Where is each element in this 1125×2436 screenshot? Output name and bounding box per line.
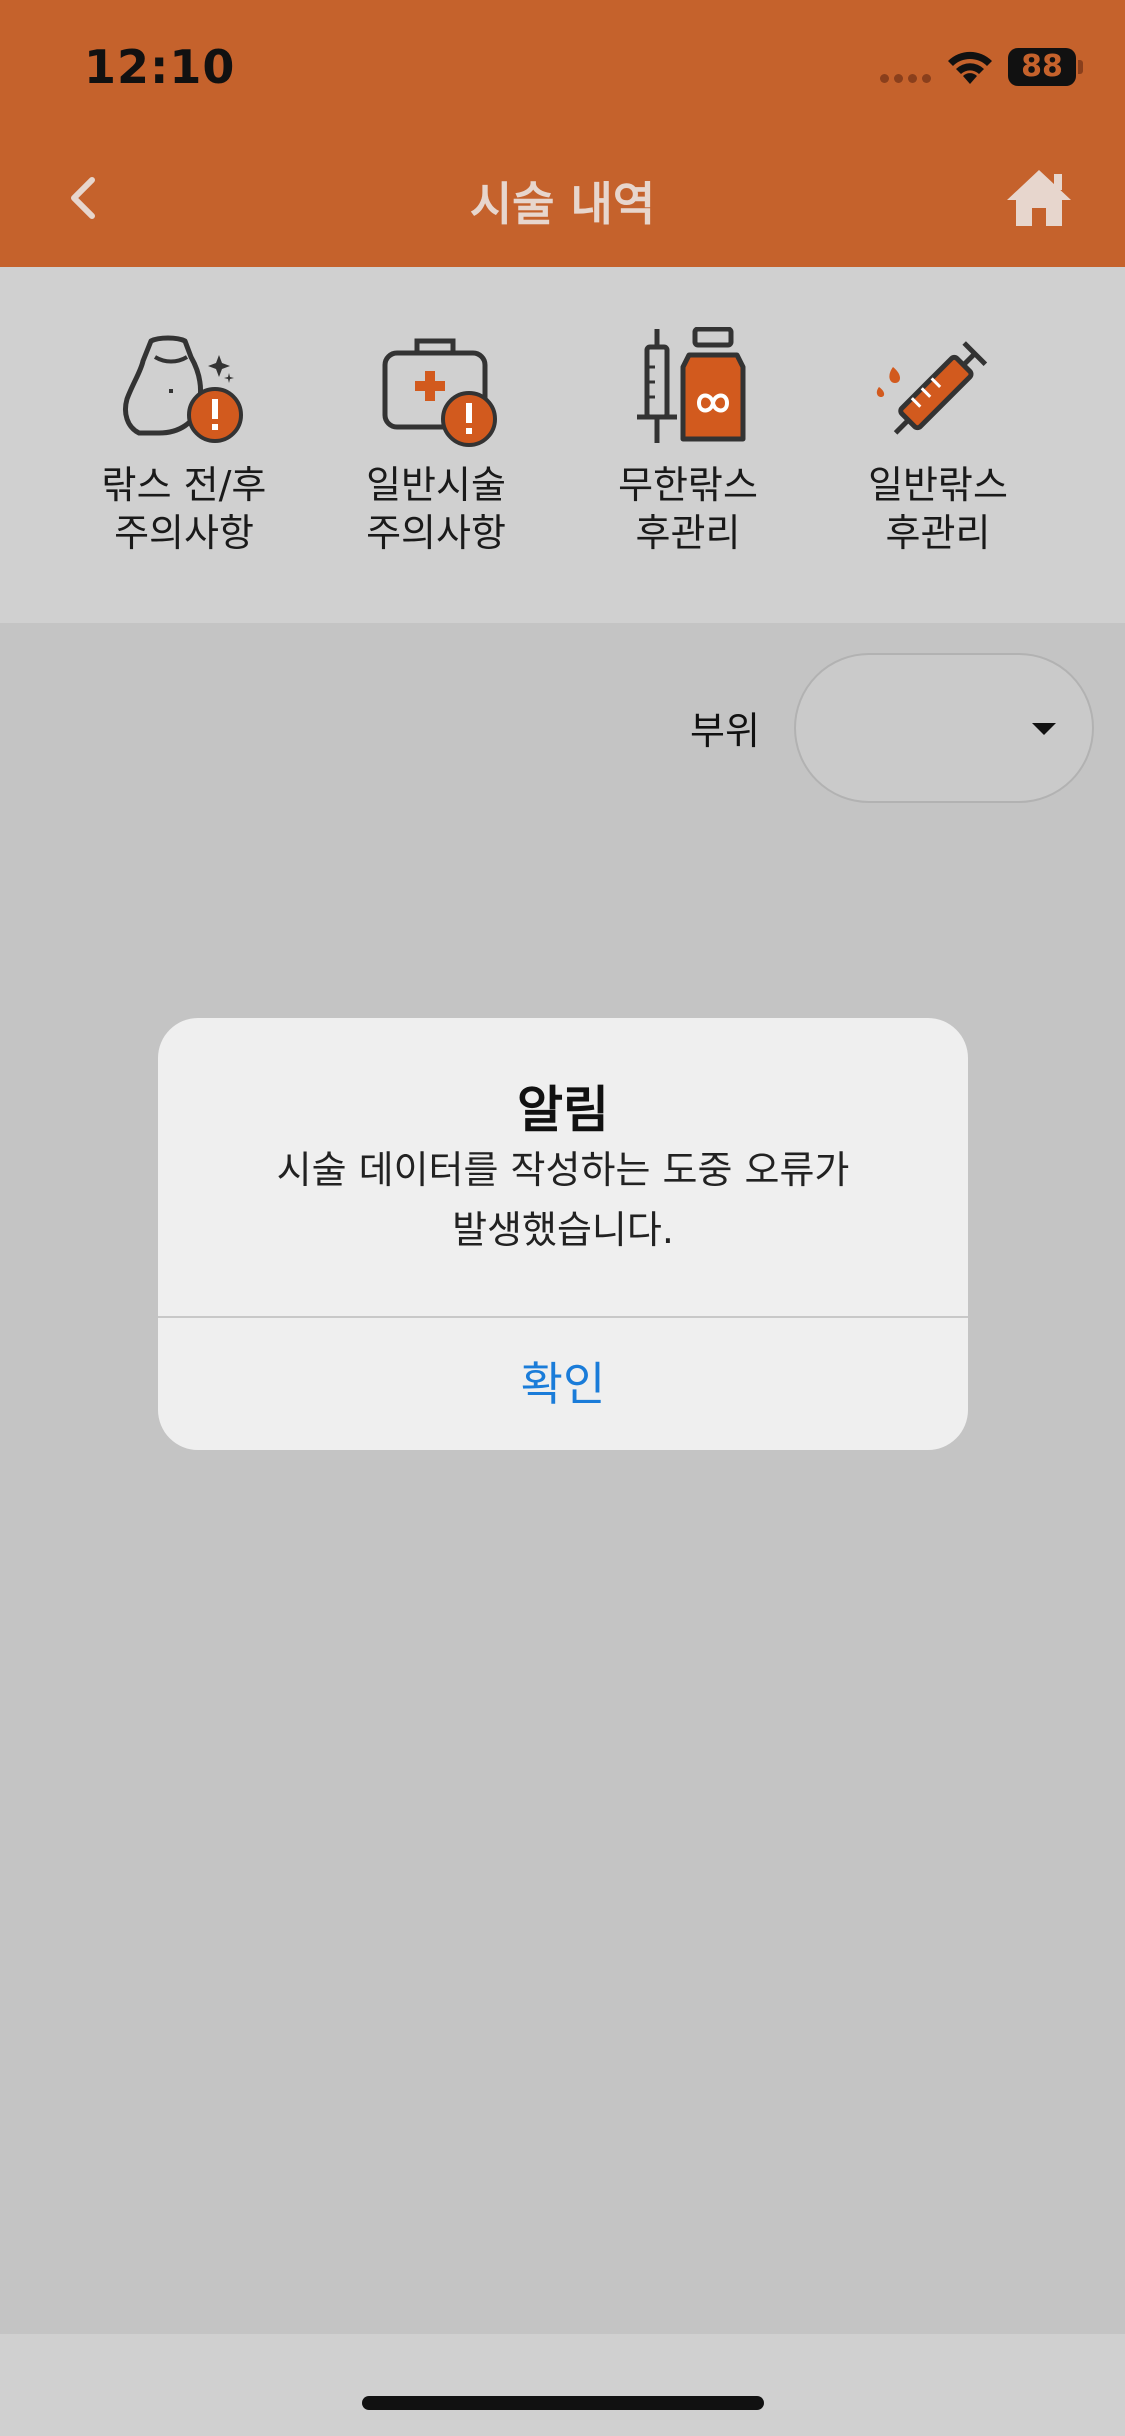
menu-item-label: 띾스 전/후 주의사항 <box>101 463 267 555</box>
home-icon[interactable] <box>1004 166 1074 230</box>
menu-item-general-lams-aftercare[interactable]: 일반띾스 후관리 <box>838 327 1038 557</box>
body-warning-icon <box>123 335 243 443</box>
medical-kit-warning-icon <box>382 338 497 447</box>
menu-item-label: 무한띾스 후관리 <box>618 463 758 555</box>
status-time: 12:10 <box>84 40 236 94</box>
cellular-signal-icon <box>880 74 931 83</box>
caret-down-icon <box>1032 723 1056 735</box>
menu-item-lams-precautions[interactable]: 띾스 전/후 주의사항 <box>84 327 284 557</box>
menu-item-label: 일반띾스 후관리 <box>868 463 1008 555</box>
dialog-title: 알림 <box>517 1081 609 1139</box>
menu-item-general-precautions[interactable]: 일반시술 주의사항 <box>336 327 536 557</box>
syringe-icon <box>876 341 988 435</box>
home-indicator[interactable] <box>362 2396 764 2410</box>
body-part-select[interactable] <box>794 653 1094 803</box>
body-part-label: 부위 <box>690 709 760 753</box>
alert-dialog: 알림 시술 데이터를 작성하는 도중 오류가 발생했습니다. 확인 <box>158 1018 968 1450</box>
wifi-icon <box>948 51 992 84</box>
battery-tip <box>1078 60 1083 74</box>
confirm-button[interactable]: 확인 <box>158 1318 968 1450</box>
page-title: 시술 내역 <box>469 177 656 231</box>
dialog-message: 시술 데이터를 작성하는 도중 오류가 발생했습니다. <box>276 1148 850 1252</box>
battery-icon: 88 <box>1008 48 1076 86</box>
bottom-safe-area <box>0 2334 1125 2436</box>
syringe-vial-infinity-icon <box>637 327 746 443</box>
menu-item-infinite-lams-aftercare[interactable]: 무한띾스 후관리 <box>588 327 788 557</box>
guide-menu-bar: 띾스 전/후 주의사항 일반시술 주의사항 무한띾스 후관리 일반띾스 후관리 <box>0 267 1125 623</box>
menu-item-label: 일반시술 주의사항 <box>366 463 506 555</box>
app-header: 12:10 88 시술 내역 <box>0 0 1125 267</box>
